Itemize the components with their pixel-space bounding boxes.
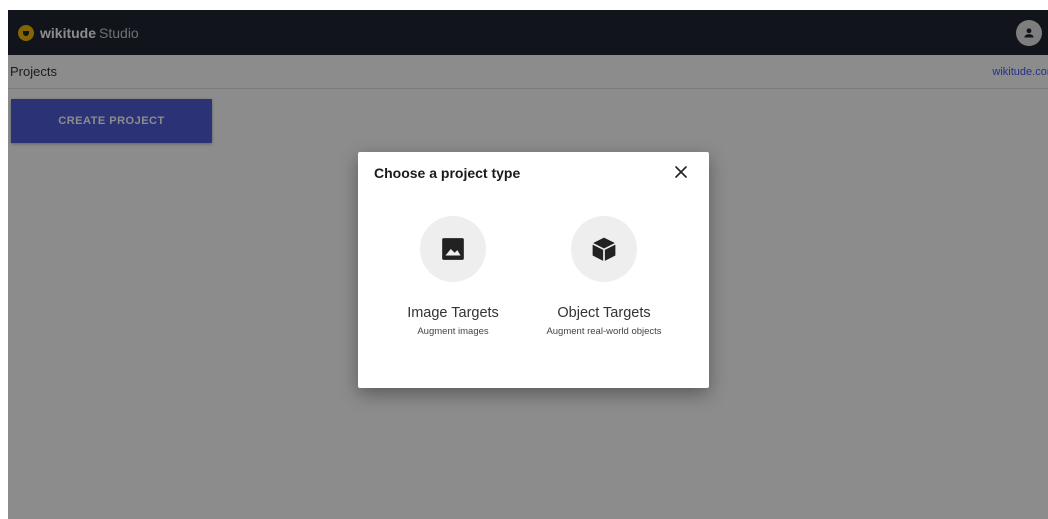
option-image-targets[interactable]: Image Targets Augment images	[378, 216, 528, 337]
option-title: Object Targets	[557, 305, 651, 321]
object-targets-icon-circle	[571, 216, 637, 282]
option-title: Image Targets	[407, 305, 499, 321]
image-targets-icon-circle	[420, 216, 486, 282]
option-subtitle: Augment real-world objects	[546, 326, 662, 337]
option-subtitle: Augment images	[417, 326, 489, 337]
cube-icon	[592, 237, 616, 261]
option-object-targets[interactable]: Object Targets Augment real-world object…	[529, 216, 679, 337]
close-button[interactable]	[671, 162, 691, 182]
app-window: wikitude Studio Projects wikitude.com CR…	[8, 10, 1048, 519]
image-icon	[442, 238, 464, 260]
dialog-title: Choose a project type	[374, 165, 521, 181]
close-icon	[675, 166, 687, 178]
project-type-dialog: Choose a project type Image Targets Augm…	[358, 152, 709, 388]
